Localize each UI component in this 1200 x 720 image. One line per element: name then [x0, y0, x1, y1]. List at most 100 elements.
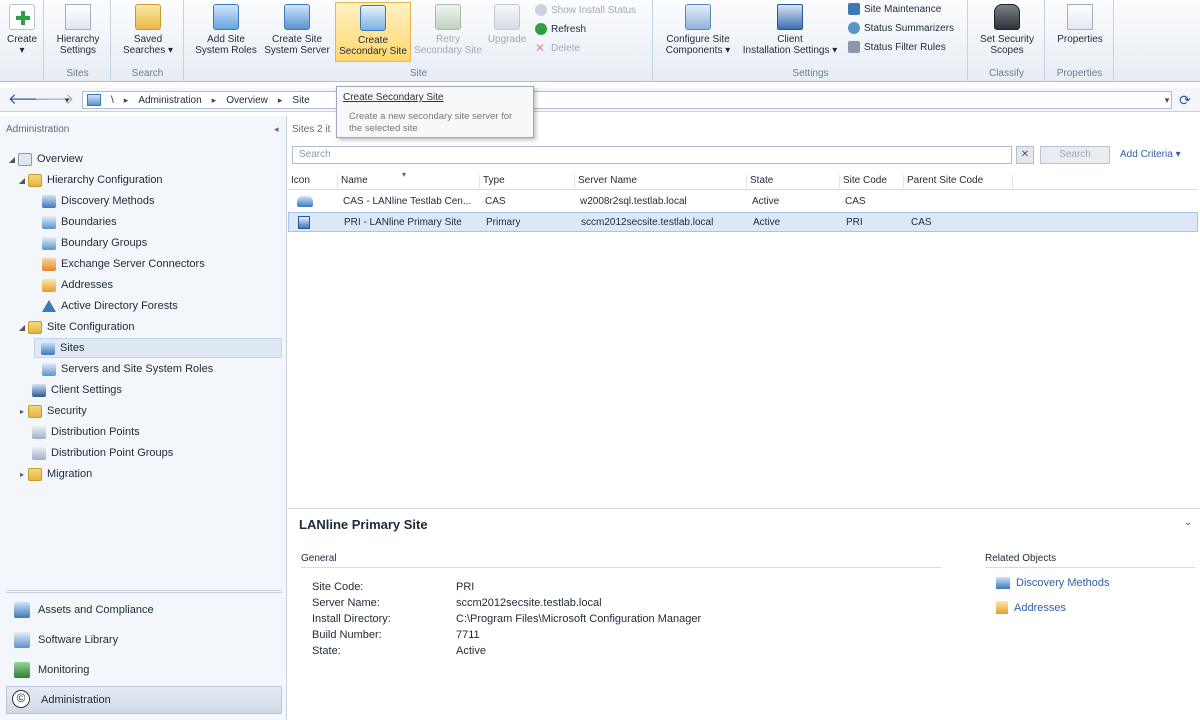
tree-item-sites[interactable]: Sites: [34, 338, 282, 358]
column-header-state[interactable]: State: [746, 175, 838, 189]
tooltip-desc-1: Create a new secondary site server for: [349, 111, 513, 122]
cell-name: PRI - LANline Primary Site: [344, 217, 462, 228]
tree-expander[interactable]: ◢: [16, 323, 28, 332]
tree-item-overview[interactable]: ◢ Overview: [6, 149, 83, 169]
tree-item-site-configuration[interactable]: ◢ Site Configuration: [16, 317, 134, 337]
primary-site-icon: [298, 216, 310, 229]
security-label1: Set Security: [980, 34, 1034, 45]
forward-arrow-icon[interactable]: 🡒: [34, 91, 74, 109]
add-roles-label1: Add Site: [207, 34, 245, 45]
tree-item-client-settings[interactable]: Client Settings: [20, 380, 122, 400]
tree-expander[interactable]: ◢: [6, 155, 18, 164]
configure-site-components-button[interactable]: Configure Site Components ▾: [658, 2, 738, 56]
delete-button[interactable]: ✕ Delete: [535, 39, 580, 57]
add-criteria-link[interactable]: Add Criteria ▾: [1120, 149, 1181, 160]
upgrade-button[interactable]: Upgrade: [485, 2, 529, 45]
workspace-administration[interactable]: Administration: [6, 686, 282, 714]
tree-item-active-directory-forests[interactable]: Active Directory Forests: [30, 296, 178, 316]
clear-search-button[interactable]: ✕: [1016, 146, 1034, 164]
tree-label: Overview: [37, 153, 83, 165]
retry-icon: [435, 4, 461, 30]
tree-label: Discovery Methods: [61, 195, 155, 207]
tree-expander[interactable]: ▸: [16, 407, 28, 416]
folder-icon: [28, 404, 42, 418]
tree-item-boundary-groups[interactable]: Boundary Groups: [30, 233, 147, 253]
tree-label: Client Settings: [51, 384, 122, 396]
tree-expander[interactable]: ◢: [16, 176, 28, 185]
tree-item-distribution-point-groups[interactable]: Distribution Point Groups: [20, 443, 173, 463]
properties-label: Properties: [1057, 34, 1103, 45]
configure-label1: Configure Site: [666, 34, 730, 45]
tree-item-discovery-methods[interactable]: Discovery Methods: [30, 191, 155, 211]
workspace-monitoring[interactable]: Monitoring: [6, 656, 282, 684]
show-install-status-button[interactable]: Show Install Status: [535, 1, 636, 19]
tree-item-exchange-server-connectors[interactable]: Exchange Server Connectors: [30, 254, 205, 274]
search-button[interactable]: Search: [1040, 146, 1110, 164]
saved-searches-button[interactable]: Saved Searches ▾: [116, 2, 180, 56]
add-site-system-roles-button[interactable]: Add Site System Roles: [193, 2, 259, 56]
related-addresses-link[interactable]: Addresses: [996, 601, 1066, 614]
breadcrumb-root[interactable]: \: [111, 95, 114, 106]
column-header-icon[interactable]: Icon: [288, 175, 336, 189]
create-secondary-site-button[interactable]: Create Secondary Site: [335, 2, 411, 62]
create-secondary-label2: Secondary Site: [339, 46, 407, 57]
show-install-label: Show Install Status: [551, 4, 637, 16]
lock-icon: [994, 4, 1020, 30]
breadcrumb-site[interactable]: Site: [292, 95, 309, 106]
refresh-arrow-icon[interactable]: ⟳: [1176, 91, 1194, 109]
breadcrumb-administration[interactable]: Administration: [138, 95, 201, 106]
create-button[interactable]: Create ▾: [4, 2, 40, 56]
breadcrumb-overview[interactable]: Overview: [226, 95, 268, 106]
create-site-system-server-button[interactable]: Create Site System Server: [263, 2, 331, 56]
related-objects-title: Related Objects: [985, 553, 1057, 564]
tree-item-migration[interactable]: ▸ Migration: [16, 464, 92, 484]
tree-label: Sites: [60, 342, 85, 354]
create-secondary-label1: Create: [357, 35, 388, 46]
history-dropdown-icon[interactable]: ▾: [58, 91, 76, 109]
tree-item-boundaries[interactable]: Boundaries: [30, 212, 117, 232]
table-header: Icon Name ▾ Type Server Name State Site …: [288, 170, 1198, 190]
create-arrow: ▾: [19, 45, 25, 56]
group-site: Add Site System Roles Create Site System…: [185, 0, 653, 82]
ribbon: Create ▾ Hierarchy Settings Sites Saved …: [0, 0, 1200, 82]
tree-expander[interactable]: ▸: [16, 470, 28, 479]
item-count: Sites 2 it: [292, 124, 331, 135]
set-security-scopes-button[interactable]: Set Security Scopes: [973, 2, 1041, 56]
table-row[interactable]: CAS - LANline Testlab Cen... CAS w2008r2…: [288, 192, 1198, 212]
site-group-label: Site: [409, 68, 428, 79]
distribution-point-groups-icon: [32, 446, 46, 460]
properties-group-label: Properties: [1056, 68, 1103, 79]
related-discovery-methods-link[interactable]: Discovery Methods: [996, 577, 1110, 589]
status-filter-rules-button[interactable]: Status Filter Rules: [848, 38, 946, 56]
column-header-type[interactable]: Type: [479, 175, 573, 189]
tree-item-security[interactable]: ▸ Security: [16, 401, 87, 421]
tree-item-hierarchy-configuration[interactable]: ◢ Hierarchy Configuration: [16, 170, 163, 190]
tree-item-distribution-points[interactable]: Distribution Points: [20, 422, 140, 442]
workspace-assets-and-compliance[interactable]: Assets and Compliance: [6, 596, 282, 624]
back-arrow-icon[interactable]: 🡐: [8, 91, 48, 109]
tree-item-servers-and-site-system-roles[interactable]: Servers and Site System Roles: [30, 359, 213, 379]
status-summarizers-button[interactable]: Status Summarizers: [848, 19, 954, 37]
site-maintenance-button[interactable]: Site Maintenance: [848, 0, 941, 18]
workspace-software-library[interactable]: Software Library: [6, 626, 282, 654]
client-installation-settings-button[interactable]: Client Installation Settings ▾: [740, 2, 840, 56]
search-input[interactable]: Search: [292, 146, 1012, 164]
breadcrumb[interactable]: \ ▸ Administration ▸ Overview ▸ Site: [82, 91, 1172, 109]
hierarchy-settings-button[interactable]: Hierarchy Settings: [48, 2, 108, 56]
sites-list-pane: Sites 2 it Search ✕ Search Add Criteria …: [288, 116, 1200, 504]
table-row[interactable]: PRI - LANline Primary Site Primary sccm2…: [288, 212, 1198, 232]
collapse-nav-icon[interactable]: ◂: [274, 124, 279, 135]
tree-item-addresses[interactable]: Addresses: [30, 275, 113, 295]
column-header-site-code[interactable]: Site Code: [839, 175, 903, 189]
security-label2: Scopes: [990, 45, 1024, 56]
address-dropdown-icon[interactable]: ▾: [1158, 91, 1176, 109]
refresh-button[interactable]: Refresh: [535, 20, 586, 38]
properties-button[interactable]: Properties: [1050, 2, 1110, 45]
retry-secondary-site-button[interactable]: Retry Secondary Site: [413, 2, 483, 56]
collapse-details-icon[interactable]: ⌄: [1184, 517, 1192, 528]
column-header-parent-site-code[interactable]: Parent Site Code: [903, 175, 1013, 189]
sites-icon: [41, 341, 55, 355]
column-header-name[interactable]: Name: [337, 175, 478, 189]
breadcrumb-separator: ▸: [123, 94, 129, 105]
column-header-server-name[interactable]: Server Name: [574, 175, 746, 189]
